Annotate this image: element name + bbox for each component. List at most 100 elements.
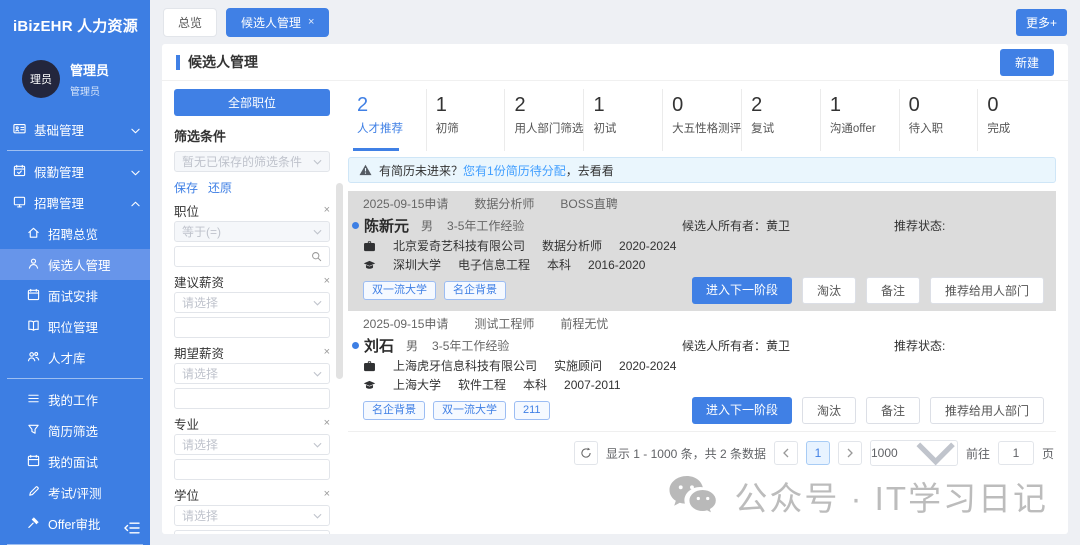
stage-second-interview[interactable]: 2 复试 bbox=[742, 89, 821, 151]
stage-talent-recommend[interactable]: 2 人才推荐 bbox=[348, 89, 427, 151]
alert-link[interactable]: 您有1份简历待分配 bbox=[463, 164, 566, 178]
expect-salary-input[interactable] bbox=[174, 388, 330, 409]
graduation-cap-icon bbox=[363, 379, 376, 392]
candidate-card[interactable]: 2025-09-15申请 测试工程师 前程无忧 刘石 男 3-5年工作经验 候选… bbox=[348, 311, 1056, 432]
degree: 本科 bbox=[547, 258, 571, 272]
close-icon[interactable]: × bbox=[324, 275, 330, 287]
sidebar-item-my-work[interactable]: 我的工作 bbox=[0, 384, 150, 415]
more-button[interactable]: 更多+ bbox=[1016, 9, 1067, 36]
candidate-owner: 候选人所有者：黄卫 bbox=[682, 217, 894, 234]
sidebar-collapse-icon[interactable] bbox=[124, 521, 140, 540]
next-stage-button[interactable]: 进入下一阶段 bbox=[692, 277, 792, 304]
all-positions-button[interactable]: 全部职位 bbox=[174, 89, 330, 116]
sidebar-item-recruit-mgmt[interactable]: 招聘管理 bbox=[0, 187, 150, 218]
stage-count: 0 bbox=[672, 94, 741, 117]
close-icon[interactable]: × bbox=[308, 16, 314, 28]
expect-salary-select[interactable]: 请选择 bbox=[174, 363, 330, 384]
funnel-icon bbox=[27, 423, 40, 439]
sidebar-item-candidate-mgmt[interactable]: 候选人管理 bbox=[0, 249, 150, 280]
next-page-button[interactable] bbox=[838, 441, 862, 465]
stage-count: 1 bbox=[830, 94, 899, 117]
stage-label: 大五性格测评 bbox=[672, 120, 741, 136]
save-filter-link[interactable]: 保存 bbox=[174, 179, 198, 196]
major-select[interactable]: 请选择 bbox=[174, 434, 330, 455]
resume-alert: 有简历未进来？您有1份简历待分配，去看看 bbox=[348, 157, 1056, 183]
reject-button[interactable]: 淘汰 bbox=[802, 397, 856, 424]
degree-select[interactable]: 请选择 bbox=[174, 505, 330, 526]
refresh-icon bbox=[580, 447, 592, 459]
tab-overview[interactable]: 总览 bbox=[163, 8, 217, 37]
position-search-input[interactable] bbox=[174, 246, 330, 267]
filter-section-title: 筛选条件 bbox=[174, 126, 330, 145]
sidebar-item-label: 招聘总览 bbox=[48, 224, 98, 243]
prev-page-button[interactable] bbox=[774, 441, 798, 465]
sidebar-item-exams[interactable]: 考试/评测 bbox=[0, 477, 150, 508]
stage-label: 初筛 bbox=[436, 120, 505, 136]
sidebar-menu: 基础管理 假勤管理 招聘管理 招聘总览 候选人管理 面试安排 职位管理 bbox=[0, 114, 150, 545]
id-card-icon bbox=[13, 122, 26, 138]
close-icon[interactable]: × bbox=[324, 204, 330, 216]
note-button[interactable]: 备注 bbox=[866, 397, 920, 424]
candidate-experience: 3-5年工作经验 bbox=[432, 337, 509, 354]
degree-select-2[interactable] bbox=[174, 530, 330, 534]
note-button[interactable]: 备注 bbox=[866, 277, 920, 304]
candidate-card[interactable]: 2025-09-15申请 数据分析师 BOSS直聘 陈新元 男 3-5年工作经验… bbox=[348, 191, 1056, 311]
sidebar-item-resume-screening[interactable]: 简历筛选 bbox=[0, 415, 150, 446]
saved-filter-select[interactable]: 暂无已保存的筛选条件 bbox=[174, 151, 330, 172]
current-page[interactable]: 1 bbox=[806, 441, 830, 465]
sidebar-item-position-mgmt[interactable]: 职位管理 bbox=[0, 311, 150, 342]
alert-prefix: 有简历未进来？ bbox=[379, 164, 463, 178]
stage-first-interview[interactable]: 1 初试 bbox=[584, 89, 663, 151]
recommend-to-dept-button[interactable]: 推荐给用人部门 bbox=[930, 397, 1044, 424]
stage-initial-screen[interactable]: 1 初筛 bbox=[427, 89, 506, 151]
calendar-check-icon bbox=[13, 164, 26, 180]
chevron-down-icon bbox=[313, 159, 322, 165]
stage-pending-onboard[interactable]: 0 待入职 bbox=[900, 89, 979, 151]
sidebar-item-label: 职位管理 bbox=[48, 317, 98, 336]
scrollbar-thumb[interactable] bbox=[336, 183, 343, 379]
stage-dept-screen[interactable]: 2 用人部门筛选 bbox=[505, 89, 584, 151]
stage-offer[interactable]: 1 沟通offer bbox=[821, 89, 900, 151]
list-icon bbox=[27, 392, 40, 408]
sidebar-item-base-mgmt[interactable]: 基础管理 bbox=[0, 114, 150, 145]
recommend-to-dept-button[interactable]: 推荐给用人部门 bbox=[930, 277, 1044, 304]
sidebar-item-label: 人才库 bbox=[48, 348, 86, 367]
candidate-name[interactable]: 陈新元 bbox=[364, 215, 409, 236]
major-input[interactable] bbox=[174, 459, 330, 480]
stage-big5-test[interactable]: 0 大五性格测评 bbox=[663, 89, 742, 151]
position-operator-select[interactable]: 等于(=) bbox=[174, 221, 330, 242]
restore-filter-link[interactable]: 还原 bbox=[208, 179, 232, 196]
select-placeholder: 请选择 bbox=[182, 436, 218, 453]
calendar-icon bbox=[27, 454, 40, 470]
chevron-down-icon bbox=[313, 300, 322, 306]
reject-button[interactable]: 淘汰 bbox=[802, 277, 856, 304]
sidebar-item-label: 假勤管理 bbox=[34, 162, 84, 181]
close-icon[interactable]: × bbox=[324, 346, 330, 358]
resume-source: 前程无忧 bbox=[560, 317, 608, 331]
refresh-button[interactable] bbox=[574, 441, 598, 465]
suggest-salary-select[interactable]: 请选择 bbox=[174, 292, 330, 313]
tab-candidate-mgmt[interactable]: 候选人管理 × bbox=[226, 8, 329, 37]
chevron-down-icon bbox=[313, 371, 322, 377]
chevron-down-icon bbox=[131, 123, 140, 137]
close-icon[interactable]: × bbox=[324, 488, 330, 500]
select-placeholder: 请选择 bbox=[182, 294, 218, 311]
close-icon[interactable]: × bbox=[324, 417, 330, 429]
candidate-name[interactable]: 刘石 bbox=[364, 335, 394, 356]
app-logo: iBizEHR 人力资源 bbox=[0, 0, 150, 36]
goto-page-input[interactable]: 1 bbox=[998, 441, 1034, 465]
sidebar-item-attendance-mgmt[interactable]: 假勤管理 bbox=[0, 156, 150, 187]
sidebar-item-my-interviews[interactable]: 我的面试 bbox=[0, 446, 150, 477]
next-stage-button[interactable]: 进入下一阶段 bbox=[692, 397, 792, 424]
alert-suffix: ，去看看 bbox=[566, 164, 614, 178]
major: 软件工程 bbox=[458, 378, 506, 392]
page-size-select[interactable]: 1000 bbox=[870, 440, 958, 466]
sidebar-item-interview-schedule[interactable]: 面试安排 bbox=[0, 280, 150, 311]
sidebar-item-talent-pool[interactable]: 人才库 bbox=[0, 342, 150, 373]
stage-label: 用人部门筛选 bbox=[514, 120, 583, 136]
suggest-salary-input[interactable] bbox=[174, 317, 330, 338]
sidebar-item-recruit-overview[interactable]: 招聘总览 bbox=[0, 218, 150, 249]
new-button[interactable]: 新建 bbox=[1000, 49, 1054, 76]
stage-done[interactable]: 0 完成 bbox=[978, 89, 1056, 151]
page-title: 候选人管理 bbox=[188, 52, 258, 72]
